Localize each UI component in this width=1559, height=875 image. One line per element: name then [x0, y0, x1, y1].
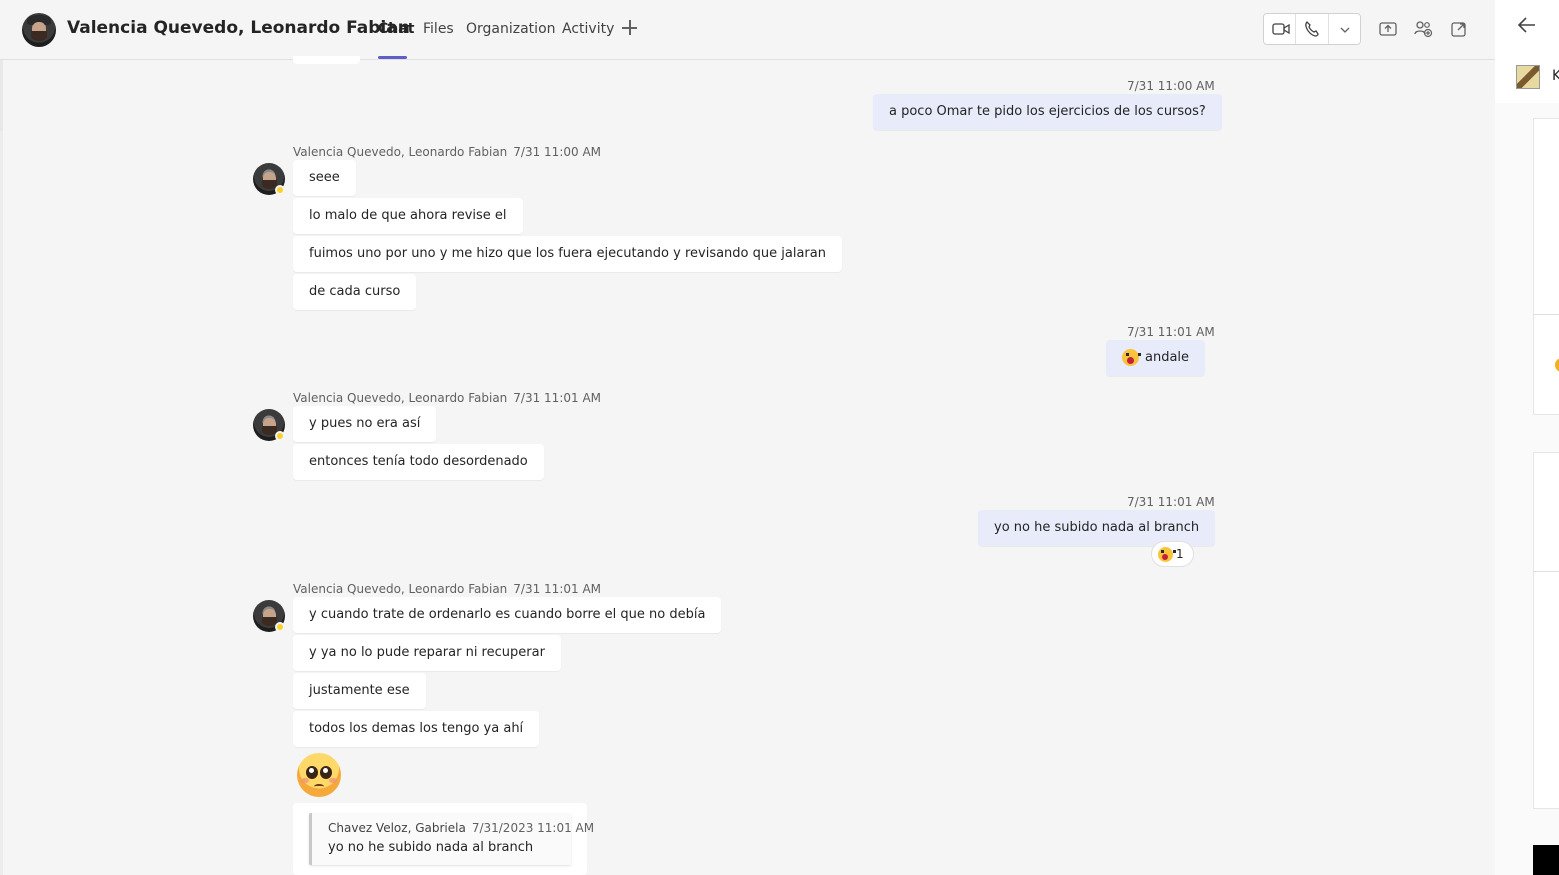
sender-name: Valencia Quevedo, Leonardo Fabian: [293, 391, 508, 405]
quote-author: Chavez Veloz, Gabriela: [328, 821, 466, 835]
message-timestamp: 7/31 11:01 AM: [1127, 495, 1215, 509]
my-message[interactable]: andale: [1106, 340, 1206, 376]
my-message[interactable]: a poco Omar te pido los ejercicios de lo…: [873, 94, 1222, 130]
side-card: [1533, 452, 1559, 809]
sender-name: Valencia Quevedo, Leonardo Fabian: [293, 145, 508, 159]
previous-message-edge: [293, 56, 360, 64]
received-message[interactable]: y pues no era así: [293, 406, 437, 442]
arrow-left-icon[interactable]: [1515, 13, 1539, 37]
tab-activity[interactable]: Activity: [562, 21, 614, 37]
side-panel-black-block: [1533, 845, 1559, 875]
message-sender: Valencia Quevedo, Leonardo Fabian 7/31 11…: [293, 391, 601, 405]
message-timestamp: 7/31 11:00 AM: [1127, 79, 1215, 93]
received-message[interactable]: entonces tenía todo desordenado: [293, 444, 544, 480]
received-message[interactable]: todos los demas los tengo ya ahí: [293, 711, 540, 747]
add-tab-icon[interactable]: [620, 18, 640, 38]
divider: [1533, 314, 1559, 315]
message-sender: Valencia Quevedo, Leonardo Fabian 7/31 11…: [293, 582, 601, 596]
received-message[interactable]: lo malo de que ahora revise el: [293, 198, 523, 234]
active-tab-indicator: [378, 56, 407, 59]
message-timestamp: 7/31 11:00 AM: [513, 145, 602, 159]
message-timestamp: 7/31 11:01 AM: [513, 391, 602, 405]
chat-header: Valencia Quevedo, Leonardo Fabian Chat F…: [0, 0, 1495, 60]
video-call-button[interactable]: [1264, 14, 1297, 44]
audio-call-icon: [1305, 21, 1319, 37]
quote-timestamp: 7/31/2023 11:01 AM: [471, 821, 595, 835]
share-screen-icon[interactable]: [1378, 19, 1398, 39]
reaction-count: 1: [1176, 547, 1184, 561]
divider: [1533, 571, 1559, 572]
video-call-icon: [1272, 23, 1290, 35]
received-message[interactable]: y ya no lo pude reparar ni recuperar: [293, 635, 561, 671]
received-message[interactable]: de cada curso: [293, 274, 417, 310]
message-text: andale: [1145, 350, 1190, 365]
astonished-emoji-icon: [1122, 349, 1141, 366]
tab-files[interactable]: Files: [423, 21, 454, 37]
received-message[interactable]: seee: [293, 160, 356, 196]
chevron-down-icon: [1340, 27, 1350, 33]
received-message[interactable]: fuimos uno por uno y me hizo que los fue…: [293, 236, 842, 272]
quote-text: yo no he subido nada al branch: [328, 840, 534, 855]
audio-call-button[interactable]: [1296, 14, 1329, 44]
sender-name: Valencia Quevedo, Leonardo Fabian: [293, 582, 508, 596]
side-panel: K: [1495, 0, 1559, 875]
tab-chat[interactable]: Chat: [378, 21, 414, 37]
left-edge-strip: [0, 60, 3, 131]
call-options-button[interactable]: [1329, 14, 1360, 44]
message-timestamp: 7/31 11:01 AM: [1127, 325, 1215, 339]
quote-header: Chavez Veloz, Gabriela 7/31/2023 11:01 AM: [328, 821, 594, 835]
thumbnail-image[interactable]: [1516, 65, 1540, 89]
left-edge-strip-lower: [0, 131, 3, 875]
chat-title: Valencia Quevedo, Leonardo Fabian: [67, 18, 410, 38]
received-message[interactable]: y cuando trate de ordenarlo es cuando bo…: [293, 597, 722, 633]
add-people-icon[interactable]: [1413, 19, 1433, 39]
astonished-emoji-icon: [1158, 547, 1176, 562]
presence-away-icon: [275, 185, 285, 195]
quoted-message[interactable]: Chavez Veloz, Gabriela 7/31/2023 11:01 AM…: [309, 813, 594, 865]
quoted-reply-message[interactable]: Chavez Veloz, Gabriela 7/31/2023 11:01 AM…: [293, 803, 594, 875]
contact-avatar[interactable]: [22, 13, 56, 47]
presence-away-icon: [275, 431, 285, 441]
message-timestamp: 7/31 11:01 AM: [513, 582, 602, 596]
tab-organization[interactable]: Organization: [466, 21, 556, 37]
received-message[interactable]: justamente ese: [293, 673, 426, 709]
side-card: [1533, 118, 1559, 415]
pop-out-icon[interactable]: [1449, 19, 1469, 39]
pleading-face-emoji-icon[interactable]: [297, 753, 341, 797]
message-sender: Valencia Quevedo, Leonardo Fabian 7/31 11…: [293, 145, 601, 159]
side-panel-label: K: [1552, 68, 1559, 84]
reaction-badge[interactable]: 1: [1151, 541, 1194, 567]
call-button-group: [1263, 13, 1361, 45]
presence-away-icon: [275, 622, 285, 632]
